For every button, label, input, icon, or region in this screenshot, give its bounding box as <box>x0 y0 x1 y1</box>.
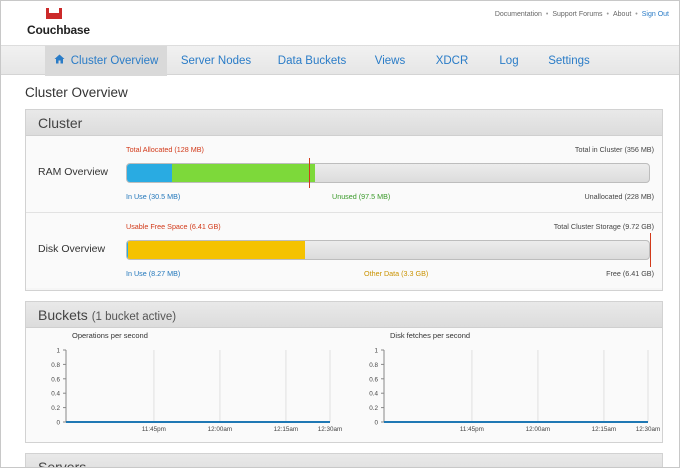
ram-in-use-segment <box>127 164 172 182</box>
ram-total-allocated: Total Allocated (128 MB) <box>126 145 204 154</box>
chart-plot: 1 0.8 0.6 0.4 0.2 0 11:45pm 12:00am 12:15am 12:30… <box>51 348 343 434</box>
y-tick-label: 0.6 <box>369 376 378 383</box>
ram-usage-bar <box>126 163 650 183</box>
buckets-charts-area: Operations per second 1 0.8 0.6 0.4 0.2 0 11:45… <box>26 328 662 442</box>
brand-name: Couchbase <box>27 23 90 37</box>
main-nav: Cluster Overview Server Nodes Data Bucke… <box>1 45 679 76</box>
tab-views[interactable]: Views <box>367 46 413 76</box>
tab-log[interactable]: Log <box>491 46 527 76</box>
buckets-panel: Buckets (1 bucket active) Operations per… <box>25 301 663 443</box>
tab-server-nodes[interactable]: Server Nodes <box>173 46 259 76</box>
tab-label: Data Buckets <box>277 55 347 67</box>
ram-overview-label: RAM Overview <box>38 166 109 178</box>
ram-overview-row: RAM Overview Total Allocated (128 MB) To… <box>26 136 662 212</box>
y-tick-label: 0.4 <box>369 391 378 398</box>
y-tick-label: 0.8 <box>369 362 378 369</box>
tab-label: XDCR <box>435 55 469 67</box>
about-link[interactable]: About <box>613 11 631 18</box>
y-tick-label: 1 <box>374 348 378 355</box>
tab-label: Views <box>374 55 406 67</box>
tab-label: Server Nodes <box>180 55 252 67</box>
disk-overview-label: Disk Overview <box>38 243 106 255</box>
ram-unused-segment <box>172 164 315 182</box>
servers-panel-heading: Servers <box>26 454 662 467</box>
buckets-active-count: (1 bucket active) <box>91 311 177 323</box>
x-tick-label: 12:15am <box>274 426 299 433</box>
tab-data-buckets[interactable]: Data Buckets <box>269 46 355 76</box>
page-title: Cluster Overview <box>25 85 128 100</box>
disk-other-data-label: Other Data (3.3 GB) <box>364 269 429 278</box>
disk-free-label: Free (6.41 GB) <box>606 269 654 278</box>
cluster-panel: Cluster RAM Overview Total Allocated (12… <box>25 109 663 291</box>
sign-out-link[interactable]: Sign Out <box>642 11 669 18</box>
y-tick-label: 0.4 <box>51 391 60 398</box>
x-tick-label: 11:45pm <box>460 426 484 433</box>
x-tick-label: 11:45pm <box>142 426 166 433</box>
header: Couchbase Documentation • Support Forums • A… <box>1 1 679 45</box>
app-window: Couchbase Documentation • Support Forums • A… <box>0 0 680 468</box>
tab-label: Settings <box>548 55 590 67</box>
x-tick-label: 12:30am <box>636 426 661 433</box>
ops-per-second-chart: Operations per second 1 0.8 0.6 0.4 0.2 0 11:45… <box>26 328 344 442</box>
disk-in-use-label: In Use (8.27 MB) <box>126 269 181 278</box>
ram-unallocated-label: Unallocated (228 MB) <box>584 192 654 201</box>
buckets-heading: Buckets <box>38 307 88 323</box>
disk-other-data-segment <box>128 241 305 259</box>
y-tick-label: 0.6 <box>51 376 60 383</box>
y-tick-label: 0.2 <box>369 405 378 412</box>
disk-free-marker <box>650 233 651 267</box>
ram-quota-marker <box>309 158 310 188</box>
y-tick-label: 0.2 <box>51 405 60 412</box>
home-icon <box>54 54 65 64</box>
couchbase-logo-icon <box>46 8 62 19</box>
tab-cluster-overview[interactable]: Cluster Overview <box>45 46 167 76</box>
servers-panel: Servers <box>25 453 663 467</box>
ram-unused-label: Unused (97.5 MB) <box>332 192 391 201</box>
support-forums-link[interactable]: Support Forums <box>552 11 602 18</box>
disk-overview-row: Disk Overview Usable Free Space (6.41 GB… <box>26 212 662 288</box>
chart-plot: 1 0.8 0.6 0.4 0.2 0 11:45pm 12:00am 12:15am 12:30… <box>369 348 661 434</box>
disk-total-storage: Total Cluster Storage (9.72 GB) <box>553 222 654 231</box>
tab-settings[interactable]: Settings <box>541 46 597 76</box>
y-tick-label: 1 <box>56 348 60 355</box>
x-tick-label: 12:00am <box>208 426 233 433</box>
ram-in-use-label: In Use (30.5 MB) <box>126 192 181 201</box>
tab-label: Cluster Overview <box>70 55 159 67</box>
tab-xdcr[interactable]: XDCR <box>429 46 475 76</box>
link-separator: • <box>545 11 549 18</box>
ram-total-in-cluster: Total in Cluster (356 MB) <box>574 145 654 154</box>
buckets-panel-heading: Buckets (1 bucket active) <box>26 302 662 328</box>
link-separator: • <box>635 11 638 18</box>
disk-usage-bar <box>126 240 650 260</box>
tab-label: Log <box>499 55 519 67</box>
cluster-panel-heading: Cluster <box>26 110 662 136</box>
x-tick-label: 12:00am <box>526 426 551 433</box>
x-tick-label: 12:15am <box>592 426 617 433</box>
y-tick-label: 0 <box>56 420 60 427</box>
y-tick-label: 0.8 <box>51 362 60 369</box>
link-separator: • <box>606 11 609 18</box>
x-tick-label: 12:30am <box>318 426 343 433</box>
top-links: Documentation • Support Forums • About • Sign … <box>495 11 669 18</box>
disk-usable-free-space: Usable Free Space (6.41 GB) <box>126 222 221 231</box>
documentation-link[interactable]: Documentation <box>495 11 542 18</box>
couchbase-logo[interactable]: Couchbase <box>25 7 90 39</box>
disk-fetches-chart: Disk fetches per second 1 0.8 0.6 0.4 0.2 0 11:… <box>344 328 662 442</box>
y-tick-label: 0 <box>374 420 378 427</box>
